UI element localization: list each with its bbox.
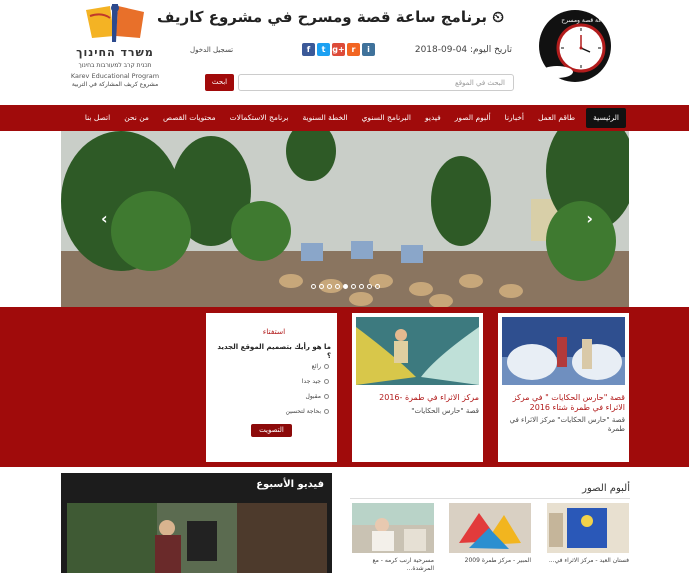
video-heading: فيديو الأسبوع	[256, 479, 324, 490]
search-button[interactable]: ابحث	[205, 74, 234, 91]
nav-item[interactable]: البرنامج السنوي	[355, 105, 418, 131]
social-links: f t g+ r i	[302, 43, 375, 56]
rss-icon[interactable]: r	[347, 43, 360, 56]
album-caption-2[interactable]: المبير - مركز طمرة 2009	[449, 557, 531, 565]
today-date: تاريخ اليوم: 04-09-2018	[414, 45, 512, 55]
slider-dot[interactable]	[374, 284, 380, 289]
ministry-emblem-icon	[86, 4, 144, 42]
search-input[interactable]: البحث في الموقع	[238, 74, 514, 91]
headline-text: برنامج ساعة قصة ومسرح في مشروع كاريف	[157, 8, 488, 26]
slider-dot[interactable]	[342, 284, 348, 289]
vote-button[interactable]: التصويت	[251, 424, 292, 437]
login-link[interactable]: تسجيل الدخول	[190, 46, 233, 54]
radio-icon[interactable]	[324, 364, 329, 369]
nav-item[interactable]: محتويات القصص	[156, 105, 223, 131]
radio-icon[interactable]	[324, 409, 329, 414]
slider-dot[interactable]	[310, 284, 316, 289]
news-card-1[interactable]: قصة "حارس الحكايات " في مركز الاثراء في …	[498, 313, 629, 462]
slider-dot[interactable]	[318, 284, 324, 289]
poll-option[interactable]: جيد جدا	[302, 378, 329, 385]
poll-heading: استفتاء	[262, 327, 286, 336]
poll-widget: استفتاء ما هو رأيك بتصميم الموقع الجديد …	[206, 313, 337, 462]
slider-next-icon[interactable]: ›	[586, 209, 593, 228]
nav-item[interactable]: الرئيسية	[586, 108, 626, 128]
slider-prev-icon[interactable]: ‹	[101, 209, 108, 228]
video-player[interactable]	[67, 503, 327, 573]
nav-item[interactable]: برنامج الاستكمالات	[223, 105, 296, 131]
poll-question: ما هو رأيك بتصميم الموقع الجديد ؟	[217, 343, 331, 360]
site-logo[interactable]: ساعة قصة ومسرح	[537, 6, 611, 86]
album-divider	[350, 498, 630, 499]
slider-dots	[61, 284, 629, 289]
poll-option[interactable]: مقبول	[305, 393, 329, 400]
nav-item[interactable]: طاقم العمل	[531, 105, 582, 131]
news-card-1-title[interactable]: قصة "حارس الحكايات " في مركز الاثراء في …	[502, 393, 625, 413]
nav-item[interactable]: فيديو	[418, 105, 448, 131]
slider-dot[interactable]	[326, 284, 332, 289]
news-card-2-title[interactable]: مركز الاثراء في طمرة -2016	[356, 393, 479, 403]
album-thumb-3[interactable]	[352, 503, 434, 553]
poll-option[interactable]: رائع	[312, 363, 329, 370]
poll-option[interactable]: بحاجة لتحسين	[286, 408, 329, 415]
album-thumb-1[interactable]	[547, 503, 629, 553]
news-card-2-summary: قصة "حارس الحكايات"	[411, 407, 479, 415]
slider-dot[interactable]	[366, 284, 372, 289]
page-title: ⏲ برنامج ساعة قصة ومسرح في مشروع كاريف	[157, 8, 504, 26]
news-card-2-image	[356, 317, 479, 385]
news-card-2[interactable]: مركز الاثراء في طمرة -2016 قصة "حارس الح…	[352, 313, 483, 462]
radio-icon[interactable]	[324, 394, 329, 399]
ministry-english: Karev Educational Program	[70, 72, 160, 80]
radio-icon[interactable]	[324, 379, 329, 384]
google-plus-icon[interactable]: g+	[332, 43, 345, 56]
nav-item[interactable]: الخطة السنوية	[295, 105, 354, 131]
instagram-icon[interactable]: i	[362, 43, 375, 56]
ministry-hebrew-title: משרד החינוך	[76, 46, 154, 59]
hero-slider[interactable]: ‹ ›	[61, 131, 629, 307]
slider-dot[interactable]	[350, 284, 356, 289]
facebook-icon[interactable]: f	[302, 43, 315, 56]
logo-text: ساعة قصة ومسرح	[561, 17, 608, 24]
slider-dot[interactable]	[334, 284, 340, 289]
ministry-hebrew-sub: תכנית קרב למעורבות בחינוך	[78, 62, 152, 69]
page: ساعة قصة ومسرح ⏲ برنامج ساعة قصة ومسرح ف…	[0, 0, 689, 573]
album-caption-1[interactable]: فستان العيد - مركز الاثراء في...	[547, 557, 629, 565]
nav-item[interactable]: اتصل بنا	[78, 105, 117, 131]
slide-image	[61, 131, 629, 307]
nav-item[interactable]: أخبارنا	[498, 105, 531, 131]
album-thumb-2[interactable]	[449, 503, 531, 553]
main-nav: الرئيسية طاقم العمل أخبارنا ألبوم الصور فيدي…	[0, 105, 689, 131]
clock-icon: ⏲	[492, 8, 504, 26]
album-heading: ألبوم الصور	[582, 483, 630, 494]
ministry-logo[interactable]: משרד החינוך תכנית קרב למעורבות בחינוך Ka…	[60, 2, 170, 100]
nav-item[interactable]: من نحن	[117, 105, 156, 131]
ministry-arabic: مشروع كريف المشاركة في التربية	[71, 81, 159, 88]
video-widget: فيديو الأسبوع	[61, 473, 332, 573]
news-card-1-summary: قصة "حارس الحكايات" مركز الاثراء في طمرة	[509, 416, 625, 433]
nav-item[interactable]: ألبوم الصور	[448, 105, 498, 131]
slider-dot[interactable]	[358, 284, 364, 289]
news-card-1-image	[502, 317, 625, 385]
twitter-icon[interactable]: t	[317, 43, 330, 56]
album-caption-3[interactable]: مسرحية ارنب كرمه - مع المرشدة...	[352, 557, 434, 573]
